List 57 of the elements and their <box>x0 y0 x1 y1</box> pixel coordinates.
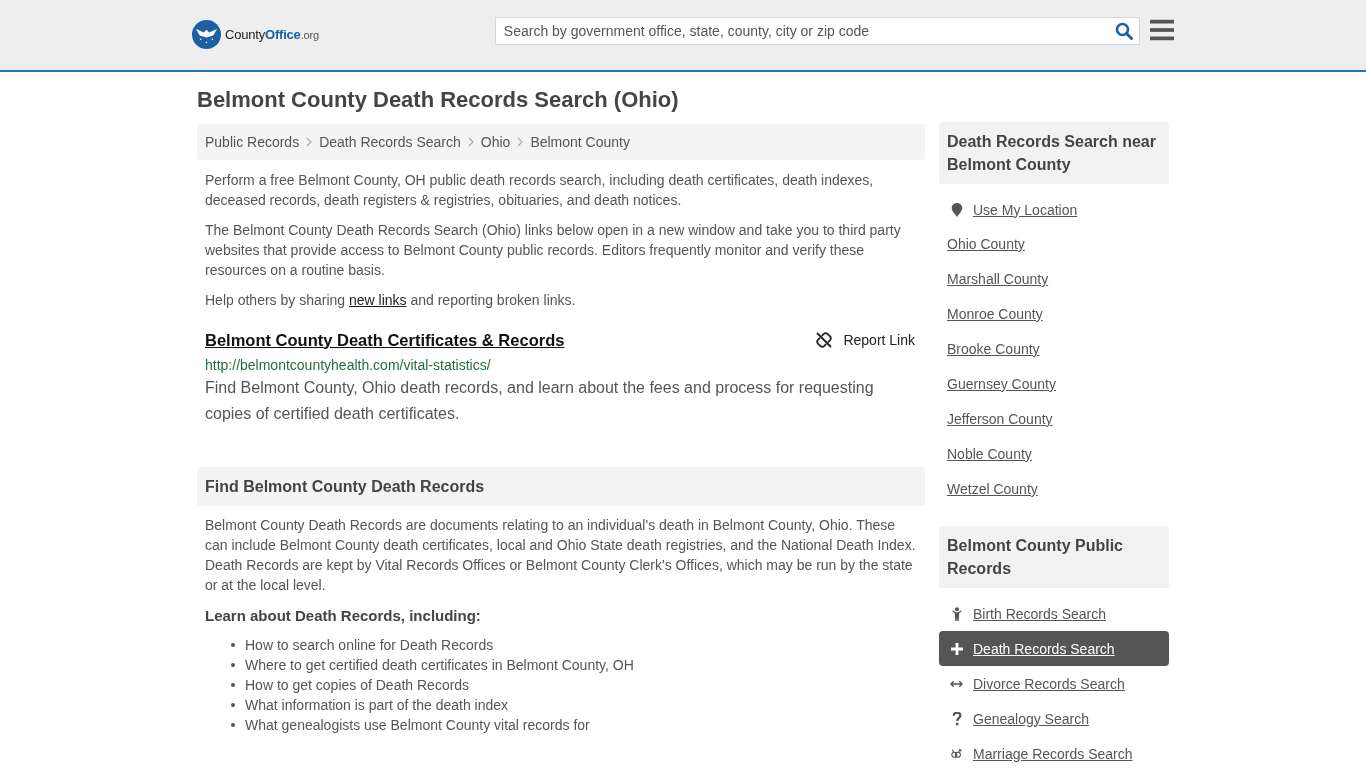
county-link[interactable]: Wetzel County <box>939 472 1046 507</box>
chevron-icon <box>306 137 313 147</box>
record-link[interactable]: Genealogy Search <box>939 701 1169 736</box>
county-link[interactable]: Ohio County <box>939 227 1033 262</box>
list-item-text: What information is part of the death index <box>245 697 509 713</box>
broken-link-icon <box>816 332 833 348</box>
plus-icon <box>951 641 963 656</box>
search-icon[interactable] <box>1114 22 1133 40</box>
section-heading: Find Belmont County Death Records <box>197 467 925 506</box>
resource-url: http://belmontcountyhealth.com/vital-statistics/ <box>205 356 492 375</box>
gender-symbols-icon <box>950 748 963 759</box>
map-pin-icon <box>951 202 963 217</box>
list-item-text: Where to get certified death certificates in Belmont County, OH <box>245 657 634 673</box>
breadcrumb-link[interactable]: Public Records <box>205 134 300 150</box>
list-item-text: What genealogists use Belmont County vital records for <box>245 717 590 733</box>
subheading: Learn about Death Records, including: <box>204 606 482 626</box>
help-text: Help others by sharing new links and reporting broken links. <box>204 291 577 310</box>
breadcrumb-link[interactable]: Ohio <box>480 134 511 150</box>
emblem-icon[interactable] <box>192 19 221 49</box>
logo-text[interactable]: CountyOffice.org <box>225 26 319 42</box>
chevron-icon <box>467 137 474 147</box>
bullet-icon <box>231 683 235 687</box>
bullet-icon <box>231 723 235 727</box>
breadcrumb-link[interactable]: Death Records Search <box>319 134 461 150</box>
record-link[interactable]: Birth Records Search <box>939 596 1169 631</box>
bullet-icon <box>231 643 235 647</box>
use-location-link[interactable]: Use My Location <box>939 192 1086 227</box>
question-mark-icon <box>951 711 963 726</box>
sidebar-heading: Death Records Search near Belmont County <box>939 122 1169 184</box>
county-link[interactable]: Guernsey County <box>939 367 1064 402</box>
bullet-icon <box>231 703 235 707</box>
new-links-link[interactable]: new links <box>348 292 407 308</box>
chevron-icon <box>517 137 524 147</box>
search-field[interactable]: Search by government office, state, county, city or zip code <box>494 17 1140 45</box>
intro-paragraph: The Belmont County Death Records Search (Ohio) links below open in a new window and take you to third party websites that provide access to Belmont County public records. Editors frequently monitor and verify these resources on a routine basis. <box>204 221 902 280</box>
resource-title-link[interactable]: Belmont County Death Certificates & Records <box>205 330 565 350</box>
county-link[interactable]: Jefferson County <box>939 402 1061 437</box>
county-link[interactable]: Brooke County <box>939 332 1048 367</box>
list-item-text: How to get copies of Death Records <box>245 677 470 693</box>
menu-icon[interactable] <box>1149 19 1174 41</box>
intro-paragraph: Perform a free Belmont County, OH public death records search, including death certificates, death indexes, deceased records, death registers & registries, obituaries, and death notices. <box>204 171 875 210</box>
record-link[interactable]: Divorce Records Search <box>939 666 1169 701</box>
sidebar-heading: Belmont County Public Records <box>939 526 1169 588</box>
record-link[interactable]: Death Records Search <box>939 631 1169 666</box>
list-item-text: How to search online for Death Records <box>245 637 494 653</box>
report-link[interactable]: Report Link <box>816 332 915 348</box>
section-paragraph: Belmont County Death Records are documents relating to an individual's death in Belmont County, Ohio. These can include Belmont County death certificates, local and Ohio State death registries, and the National Death Index. Death Records are kept by Vital Records Offices or Belmont County Clerk's Offices, which may be run by the state or at the local level. <box>204 516 917 595</box>
bullet-icon <box>231 663 235 667</box>
county-link[interactable]: Monroe County <box>939 297 1051 332</box>
left-right-arrow-icon <box>950 678 963 689</box>
county-link[interactable]: Marshall County <box>939 262 1057 297</box>
breadcrumb-link[interactable]: Belmont County <box>530 134 630 150</box>
person-icon <box>951 606 963 621</box>
county-link[interactable]: Noble County <box>939 437 1040 472</box>
page-title: Belmont County Death Records Search (Ohio) <box>197 88 680 112</box>
resource-description: Find Belmont County, Ohio death records, and learn about the fees and process for requesting copies of certified death certificates. <box>205 378 875 424</box>
record-link[interactable]: Marriage Records Search <box>939 736 1169 768</box>
